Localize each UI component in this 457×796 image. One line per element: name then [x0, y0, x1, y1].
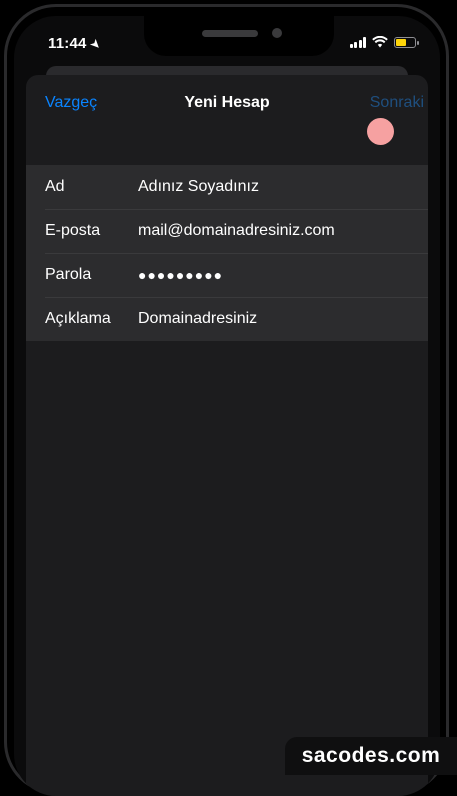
password-field[interactable]: ●●●●●●●●●	[138, 267, 223, 283]
status-time: 11:44➤	[48, 35, 103, 53]
phone-frame: 11:44➤ Vazgeç Yeni Hesap Sonraki Ad Adın…	[0, 0, 457, 796]
status-time-text: 11:44	[48, 35, 87, 52]
new-account-sheet: Vazgeç Yeni Hesap Sonraki Ad Adınız Soya…	[26, 75, 428, 796]
cellular-signal-icon	[349, 36, 366, 48]
next-button[interactable]: Sonraki	[370, 94, 424, 112]
description-field[interactable]: Domainadresiniz	[138, 310, 257, 328]
email-row[interactable]: E-posta mail@domainadresiniz.com	[26, 209, 428, 253]
wifi-icon	[372, 36, 388, 48]
email-label: E-posta	[45, 222, 101, 239]
touch-indicator	[367, 118, 394, 145]
notch	[144, 16, 334, 56]
screen: 11:44➤ Vazgeç Yeni Hesap Sonraki Ad Adın…	[14, 16, 440, 796]
navigation-bar: Vazgeç Yeni Hesap Sonraki	[26, 75, 428, 145]
account-form: Ad Adınız Soyadınız E-posta mail@domaina…	[26, 165, 428, 341]
watermark: sacodes.com	[285, 737, 457, 775]
name-field[interactable]: Adınız Soyadınız	[138, 178, 259, 196]
battery-fill	[396, 38, 406, 46]
location-arrow-icon: ➤	[87, 37, 103, 53]
password-row[interactable]: Parola ●●●●●●●●●	[26, 253, 428, 297]
battery-icon	[394, 36, 419, 48]
page-title: Yeni Hesap	[184, 94, 270, 111]
description-label: Açıklama	[45, 310, 111, 327]
password-label: Parola	[45, 266, 92, 283]
description-row[interactable]: Açıklama Domainadresiniz	[26, 297, 428, 341]
front-camera	[272, 28, 282, 38]
email-field[interactable]: mail@domainadresiniz.com	[138, 222, 335, 240]
name-label: Ad	[45, 178, 65, 195]
speaker-grille	[202, 30, 258, 37]
status-icons	[349, 36, 419, 48]
name-row[interactable]: Ad Adınız Soyadınız	[26, 165, 428, 209]
